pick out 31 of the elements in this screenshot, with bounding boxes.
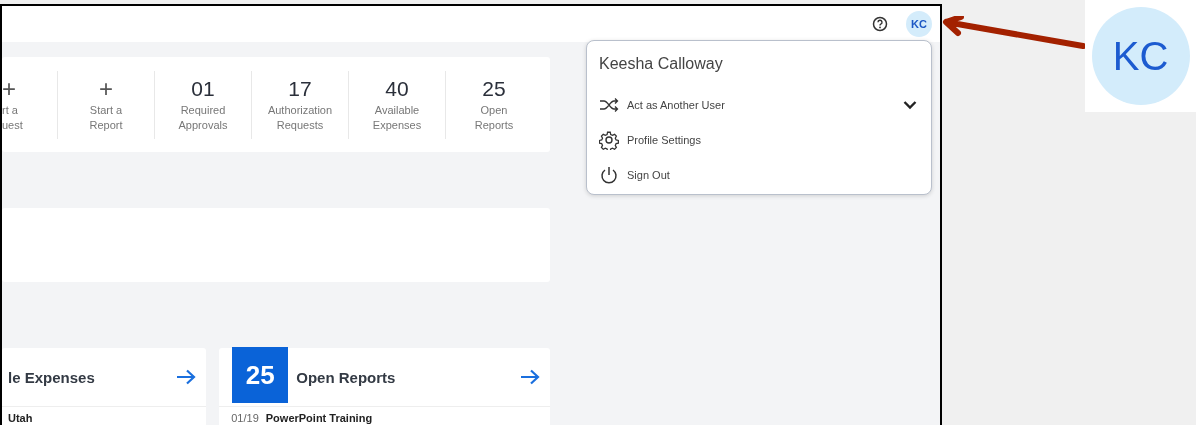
count-value[interactable]: 01 xyxy=(191,76,215,101)
shuffle-icon xyxy=(599,96,619,113)
zoomed-avatar: KC xyxy=(1091,7,1190,105)
action-label[interactable]: Available Expenses xyxy=(372,102,422,133)
count-badge: 25 xyxy=(232,347,289,403)
row-title[interactable]: Utah xyxy=(8,412,33,424)
count-value[interactable]: 25 xyxy=(482,76,506,101)
menu-item[interactable]: Profile Settings xyxy=(599,122,919,157)
tile-title: le Expenses xyxy=(8,368,96,386)
action-label[interactable]: Start a Report xyxy=(89,102,123,133)
row-date: 01/19 xyxy=(231,412,259,424)
action-label[interactable]: rt a uest xyxy=(2,102,23,133)
row-title[interactable]: PowerPoint Training xyxy=(265,412,373,424)
plus-sign[interactable]: + xyxy=(2,76,16,101)
tile-title: Open Reports xyxy=(296,368,397,386)
gear-icon xyxy=(599,129,619,150)
help-icon[interactable] xyxy=(872,16,888,32)
menu-item[interactable]: Act as Another User xyxy=(599,87,919,122)
action-label[interactable]: Required Approvals xyxy=(178,102,228,133)
plus-sign[interactable]: + xyxy=(99,76,113,101)
action-label[interactable]: Open Reports xyxy=(474,102,514,133)
user-avatar[interactable]: KC xyxy=(906,11,932,37)
count-value[interactable]: 40 xyxy=(385,76,409,101)
count-value[interactable]: 17 xyxy=(288,76,312,101)
arrow-right-icon[interactable] xyxy=(520,369,540,385)
arrow-right-icon[interactable] xyxy=(176,369,197,385)
action-label[interactable]: Authorization Requests xyxy=(267,102,333,133)
menu-item[interactable]: Sign Out xyxy=(599,157,919,192)
chevron-down-icon[interactable] xyxy=(903,99,917,110)
power-icon xyxy=(599,164,619,185)
user-name: Keesha Calloway xyxy=(599,55,724,73)
